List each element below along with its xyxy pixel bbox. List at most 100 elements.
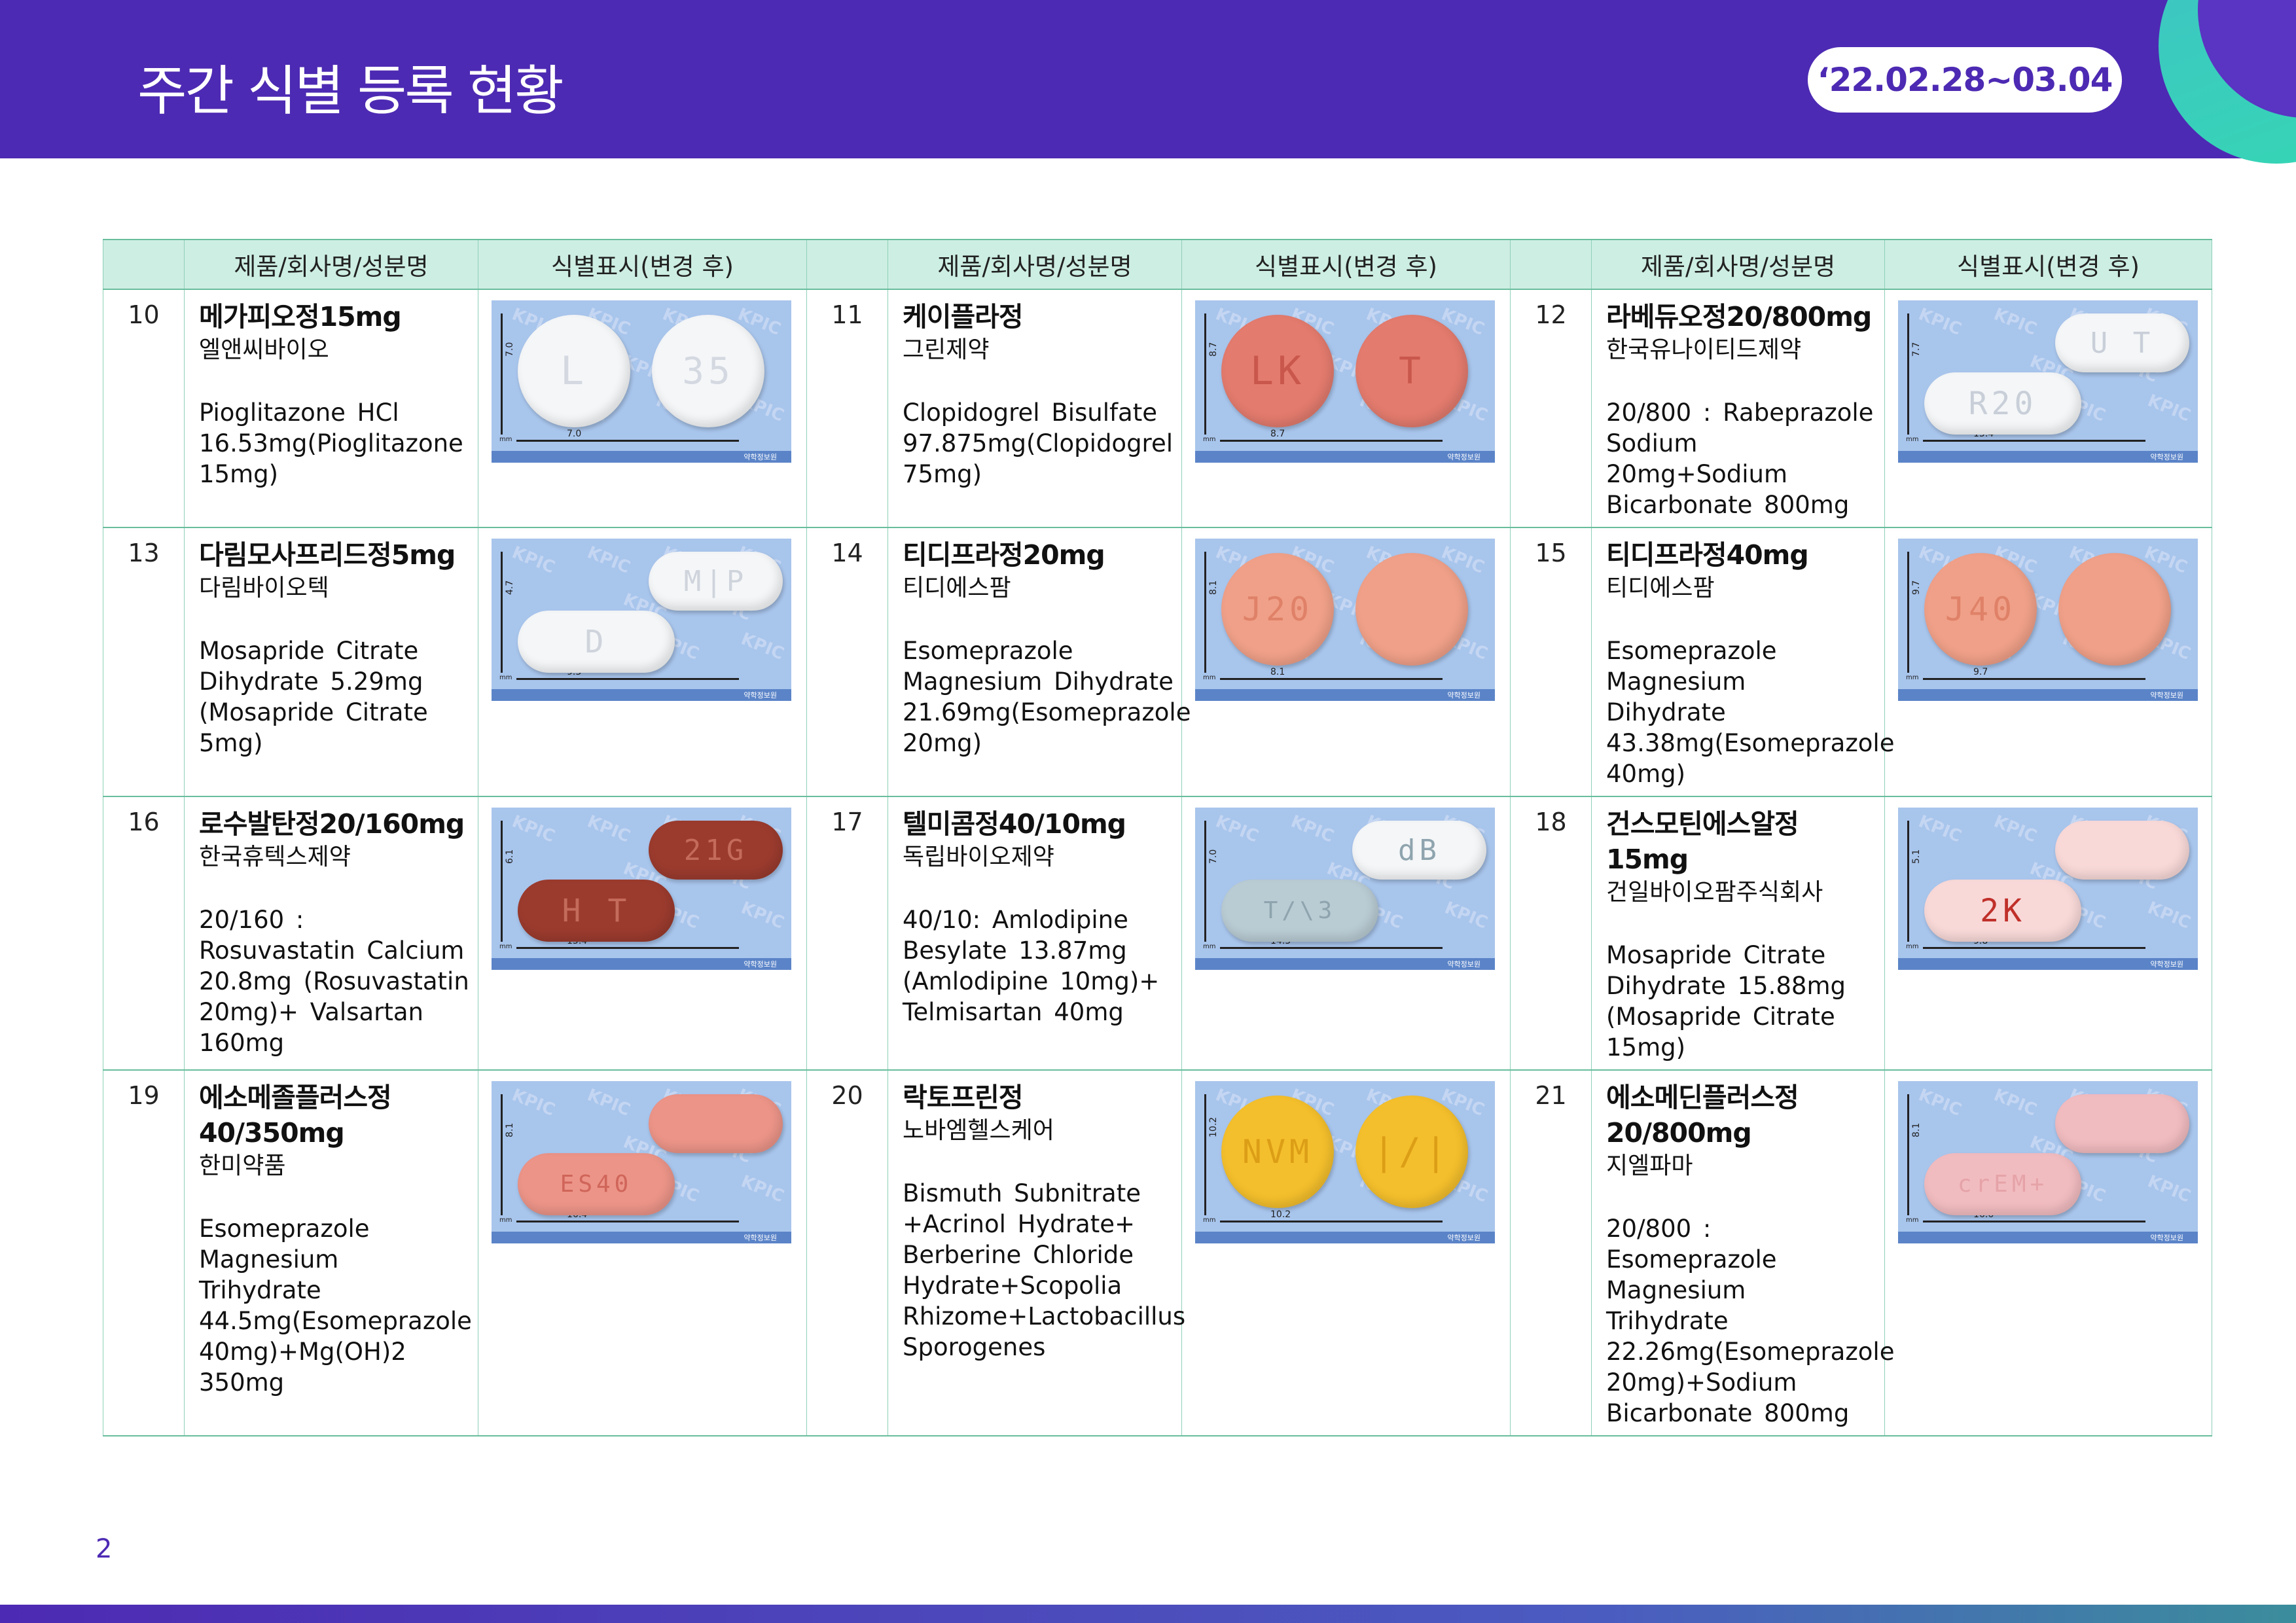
product-name: 라베듀오정20/800mg bbox=[1606, 301, 1872, 332]
ingredient-text: 20/800 : Esomeprazole Magnesium Trihydra… bbox=[1606, 1215, 1895, 1427]
pill-image: J40 bbox=[1924, 553, 2037, 666]
watermark-text: KPIC bbox=[2144, 1171, 2194, 1207]
watermark-text: KPIC bbox=[2144, 898, 2194, 933]
watermark-text: KPIC bbox=[509, 543, 558, 578]
page-number: 2 bbox=[96, 1534, 113, 1564]
photo-footer: 약학정보원 bbox=[492, 1232, 791, 1243]
ingredient-text: Esomeprazole Magnesium Trihydrate 44.5mg… bbox=[199, 1215, 472, 1397]
ingredient-text: 20/160 : Rosuvastatin Calcium 20.8mg (Ro… bbox=[199, 906, 469, 1057]
pill-image: NVM bbox=[1221, 1096, 1334, 1208]
pill-image bbox=[2055, 821, 2189, 880]
product-name: 에소메딘플러스정20/800mg bbox=[1606, 1082, 1799, 1149]
photo-footer: 약학정보원 bbox=[492, 689, 791, 701]
pill-photo: 9.7 9.7 mm 약학정보원 KPICKPICKPICKPICKPICKPI… bbox=[1898, 539, 2198, 701]
marking-image-cell: 6.1 15.4 mm 약학정보원 KPICKPICKPICKPICKPICKP… bbox=[478, 796, 807, 1071]
width-scale bbox=[1923, 440, 2145, 442]
height-scale bbox=[501, 1094, 503, 1215]
width-scale bbox=[1923, 947, 2145, 949]
height-scale bbox=[1204, 313, 1206, 435]
entry-info: 티디프라정40mg 티디에스팜 Esomeprazole Magnesium D… bbox=[1591, 527, 1894, 797]
page-title: 주간 식별 등록 현황 bbox=[137, 60, 564, 122]
watermark-text: KPIC bbox=[1441, 898, 1491, 933]
ingredient-text: 20/800 : Rabeprazole Sodium 20mg+Sodium … bbox=[1606, 399, 1874, 519]
height-scale bbox=[1204, 552, 1206, 673]
pill-image: J20 bbox=[1221, 553, 1334, 666]
unit-mm: mm bbox=[1203, 1217, 1216, 1224]
width-scale bbox=[1923, 678, 2145, 680]
width-scale bbox=[516, 440, 739, 442]
header-product: 제품/회사명/성분명 bbox=[184, 239, 478, 290]
company-name: 한국휴텍스제약 bbox=[199, 844, 351, 870]
pill-image bbox=[649, 1094, 783, 1153]
pill-image: 2K bbox=[1924, 880, 2081, 942]
height-label: 4.7 bbox=[505, 580, 515, 595]
pill-photo: 4.7 9.3 mm 약학정보원 KPICKPICKPICKPICKPICKPI… bbox=[492, 539, 791, 701]
header-product: 제품/회사명/성분명 bbox=[1591, 239, 1885, 290]
footer-bar bbox=[0, 1605, 2296, 1623]
height-scale bbox=[1907, 1094, 1909, 1215]
header-marking: 식별표시(변경 후) bbox=[1884, 239, 2212, 290]
entry-info: 텔미콤정40/10mg 독립바이오제약 40/10: Amlodipine Be… bbox=[888, 796, 1182, 1071]
pill-image: T/\3 bbox=[1221, 880, 1378, 942]
pill-photo: 10.2 10.2 mm 약학정보원 KPICKPICKPICKPICKPICK… bbox=[1195, 1081, 1495, 1243]
marking-image-cell: 8.1 16.6 mm 약학정보원 KPICKPICKPICKPICKPICKP… bbox=[1884, 1069, 2212, 1436]
unit-mm: mm bbox=[1906, 943, 1919, 950]
header-product: 제품/회사명/성분명 bbox=[888, 239, 1182, 290]
marking-image-cell: 5.1 9.8 mm 약학정보원 KPICKPICKPICKPICKPICKPI… bbox=[1884, 796, 2212, 1071]
marking-image-cell: 7.0 7.0 mm 약학정보원 KPICKPICKPICKPICKPICKPI… bbox=[478, 289, 807, 528]
height-scale bbox=[501, 313, 503, 435]
header-no bbox=[103, 239, 185, 290]
pill-image: dB bbox=[1352, 821, 1486, 880]
pill-photo: 8.1 16.4 mm 약학정보원 KPICKPICKPICKPICKPICKP… bbox=[492, 1081, 791, 1243]
height-scale bbox=[1907, 821, 1909, 942]
pill-image: crEM+ bbox=[1924, 1153, 2081, 1215]
product-name: 메가피오정15mg bbox=[199, 301, 402, 332]
ingredient-text: 40/10: Amlodipine Besylate 13.87mg (Amlo… bbox=[903, 906, 1160, 1026]
entry-info: 락토프린정 노바엠헬스케어 Bismuth Subnitrate +Acrino… bbox=[888, 1069, 1185, 1436]
pill-photo: 6.1 15.4 mm 약학정보원 KPICKPICKPICKPICKPICKP… bbox=[492, 808, 791, 970]
pill-image bbox=[1355, 553, 1468, 666]
table-row: 16 로수발탄정20/160mg 한국휴텍스제약 20/160 : Rosuva… bbox=[103, 796, 2212, 1071]
company-name: 한국유나이티드제약 bbox=[1606, 336, 1802, 363]
header-marking: 식별표시(변경 후) bbox=[1181, 239, 1511, 290]
pill-image bbox=[2058, 553, 2171, 666]
marking-image-cell: 4.7 9.3 mm 약학정보원 KPICKPICKPICKPICKPICKPI… bbox=[478, 527, 807, 797]
pill-image: U T bbox=[2055, 313, 2189, 372]
unit-mm: mm bbox=[499, 674, 512, 681]
entry-info: 티디프라정20mg 티디에스팜 Esomeprazole Magnesium D… bbox=[888, 527, 1191, 797]
width-scale bbox=[1220, 947, 1443, 949]
watermark-text: KPIC bbox=[1990, 812, 2040, 847]
entry-number: 18 bbox=[1510, 796, 1592, 1071]
pill-image: L bbox=[518, 315, 630, 427]
width-label: 10.2 bbox=[1270, 1209, 1291, 1220]
pill-image: H T bbox=[518, 880, 675, 942]
width-scale bbox=[516, 1221, 739, 1222]
ingredient-text: Clopidogrel Bisulfate 97.875mg(Clopidogr… bbox=[903, 399, 1173, 488]
width-scale bbox=[1220, 678, 1443, 680]
date-range-badge: ‘22.02.28~03.04 bbox=[1808, 47, 2122, 113]
height-scale bbox=[1907, 552, 1909, 673]
marking-image-cell: 7.7 15.4 mm 약학정보원 KPICKPICKPICKPICKPICKP… bbox=[1884, 289, 2212, 528]
watermark-text: KPIC bbox=[1915, 304, 1965, 340]
pill-image: D bbox=[518, 611, 675, 673]
height-label: 6.1 bbox=[505, 849, 515, 864]
entry-number: 13 bbox=[103, 527, 185, 797]
photo-footer: 약학정보원 bbox=[1898, 958, 2198, 970]
product-name: 건스모틴에스알정15mg bbox=[1606, 808, 1799, 875]
watermark-text: KPIC bbox=[584, 543, 634, 578]
watermark-text: KPIC bbox=[1212, 812, 1262, 847]
width-scale bbox=[1220, 1221, 1443, 1222]
photo-footer: 약학정보원 bbox=[492, 958, 791, 970]
watermark-text: KPIC bbox=[738, 898, 787, 933]
watermark-text: KPIC bbox=[1915, 1085, 1965, 1120]
watermark-text: KPIC bbox=[738, 1171, 787, 1207]
company-name: 다림바이오텍 bbox=[199, 575, 329, 601]
height-label: 8.1 bbox=[505, 1122, 515, 1137]
entry-info: 로수발탄정20/160mg 한국휴텍스제약 20/160 : Rosuvasta… bbox=[184, 796, 478, 1071]
entry-number: 16 bbox=[103, 796, 185, 1071]
unit-mm: mm bbox=[499, 436, 512, 443]
pill-photo: 7.0 7.0 mm 약학정보원 KPICKPICKPICKPICKPICKPI… bbox=[492, 300, 791, 463]
unit-mm: mm bbox=[1203, 943, 1216, 950]
ingredient-text: Pioglitazone HCl 16.53mg(Pioglitazone 15… bbox=[199, 399, 463, 488]
entry-info: 다림모사프리드정5mg 다림바이오텍 Mosapride Citrate Dih… bbox=[184, 527, 478, 797]
